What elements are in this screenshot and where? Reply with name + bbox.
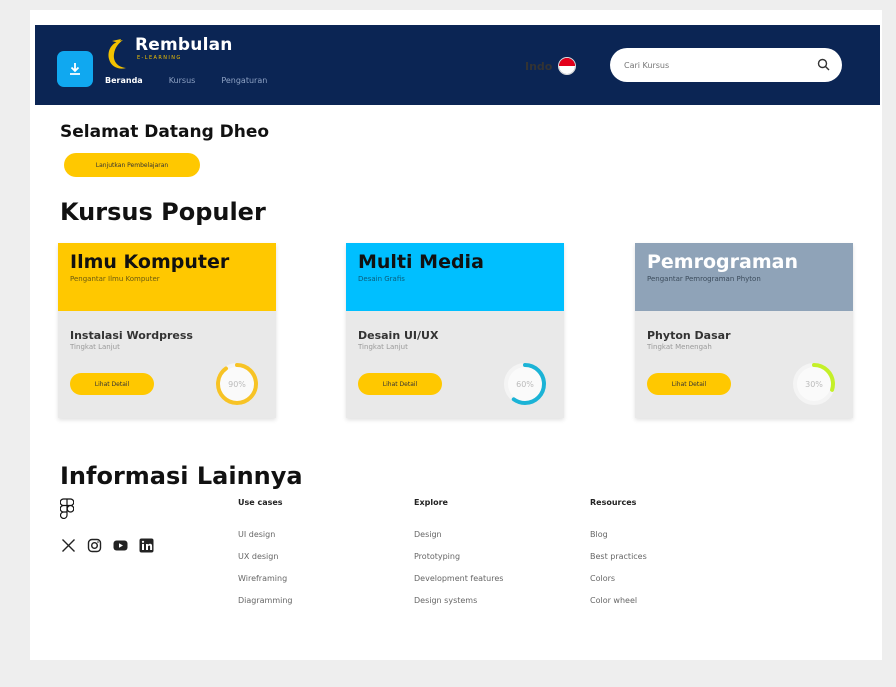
brand-name[interactable]: Rembulan bbox=[135, 35, 233, 55]
card-header: Multi Media Desain Grafis bbox=[346, 243, 564, 311]
lesson-level: Tingkat Lanjut bbox=[70, 343, 120, 351]
progress-label: 60% bbox=[516, 380, 534, 389]
footer-link[interactable]: Color wheel bbox=[590, 594, 647, 616]
popular-courses-heading: Kursus Populer bbox=[60, 198, 266, 226]
progress-label: 30% bbox=[805, 380, 823, 389]
continue-learning-button[interactable]: Lanjutkan Pembelajaran bbox=[64, 153, 200, 177]
search-input[interactable] bbox=[624, 57, 804, 73]
language-label: Indo bbox=[525, 59, 553, 73]
course-title: Multi Media bbox=[358, 251, 484, 273]
flag-icon bbox=[558, 57, 577, 75]
brand-tagline: E-LEARNING bbox=[137, 55, 182, 61]
footer-link[interactable]: Design bbox=[414, 528, 503, 550]
nav-item-kursus[interactable]: Kursus bbox=[169, 76, 196, 85]
lesson-title: Phyton Dasar bbox=[647, 329, 731, 342]
page: Rembulan E-LEARNING Beranda Kursus Penga… bbox=[30, 10, 882, 660]
footer-link[interactable]: Diagramming bbox=[238, 594, 293, 616]
course-title: Ilmu Komputer bbox=[70, 251, 230, 273]
view-detail-button[interactable]: Lihat Detail bbox=[70, 373, 154, 395]
search-icon[interactable] bbox=[817, 58, 830, 71]
footer-link[interactable]: Colors bbox=[590, 572, 647, 594]
logo-icon bbox=[108, 39, 126, 69]
course-subtitle: Pengantar Pemrograman Phyton bbox=[647, 275, 761, 283]
footer-link[interactable]: Prototyping bbox=[414, 550, 503, 572]
card-header: Ilmu Komputer Pengantar Ilmu Komputer bbox=[58, 243, 276, 311]
footer-link[interactable]: Wireframing bbox=[238, 572, 293, 594]
footer-heading: Informasi Lainnya bbox=[60, 462, 303, 490]
footer-link[interactable]: UI design bbox=[238, 528, 293, 550]
lesson-level: Tingkat Menengah bbox=[647, 343, 712, 351]
course-card[interactable]: Multi Media Desain Grafis Desain UI/UX T… bbox=[346, 243, 564, 418]
footer-link[interactable]: Development features bbox=[414, 572, 503, 594]
course-subtitle: Desain Grafis bbox=[358, 275, 405, 283]
language-selector[interactable]: Indo bbox=[525, 57, 577, 75]
x-icon[interactable] bbox=[60, 537, 76, 553]
footer-column-heading: Resources bbox=[590, 498, 637, 507]
lesson-level: Tingkat Lanjut bbox=[358, 343, 408, 351]
footer-column-resources: Resources Blog Best practices Colors Col… bbox=[590, 498, 647, 616]
footer-link[interactable]: UX design bbox=[238, 550, 293, 572]
footer-link[interactable]: Best practices bbox=[590, 550, 647, 572]
card-header: Pemrograman Pengantar Pemrograman Phyton bbox=[635, 243, 853, 311]
figma-icon[interactable] bbox=[60, 498, 74, 519]
nav-item-pengaturan[interactable]: Pengaturan bbox=[221, 76, 267, 85]
footer-link[interactable]: Blog bbox=[590, 528, 647, 550]
lesson-title: Instalasi Wordpress bbox=[70, 329, 193, 342]
social-links bbox=[60, 537, 154, 553]
footer-column-heading: Explore bbox=[414, 498, 448, 507]
footer-column-heading: Use cases bbox=[238, 498, 283, 507]
main-nav: Beranda Kursus Pengaturan bbox=[105, 76, 267, 85]
top-header: Rembulan E-LEARNING Beranda Kursus Penga… bbox=[35, 25, 880, 105]
progress-ring: 90% bbox=[216, 363, 258, 405]
progress-ring: 60% bbox=[504, 363, 546, 405]
course-title: Pemrograman bbox=[647, 251, 798, 273]
welcome-heading: Selamat Datang Dheo bbox=[60, 122, 270, 142]
footer-column-use-cases: Use cases UI design UX design Wireframin… bbox=[238, 498, 293, 616]
footer-link[interactable]: Design systems bbox=[414, 594, 503, 616]
lesson-title: Desain UI/UX bbox=[358, 329, 439, 342]
progress-label: 90% bbox=[228, 380, 246, 389]
view-detail-button[interactable]: Lihat Detail bbox=[647, 373, 731, 395]
search-bar bbox=[610, 48, 842, 82]
instagram-icon[interactable] bbox=[86, 537, 102, 553]
nav-item-beranda[interactable]: Beranda bbox=[105, 76, 143, 85]
course-card[interactable]: Ilmu Komputer Pengantar Ilmu Komputer In… bbox=[58, 243, 276, 418]
view-detail-button[interactable]: Lihat Detail bbox=[358, 373, 442, 395]
footer-column-explore: Explore Design Prototyping Development f… bbox=[414, 498, 503, 616]
course-card[interactable]: Pemrograman Pengantar Pemrograman Phyton… bbox=[635, 243, 853, 418]
progress-ring: 30% bbox=[793, 363, 835, 405]
download-icon[interactable] bbox=[57, 51, 93, 87]
youtube-icon[interactable] bbox=[112, 537, 128, 553]
linkedin-icon[interactable] bbox=[138, 537, 154, 553]
course-subtitle: Pengantar Ilmu Komputer bbox=[70, 275, 160, 283]
